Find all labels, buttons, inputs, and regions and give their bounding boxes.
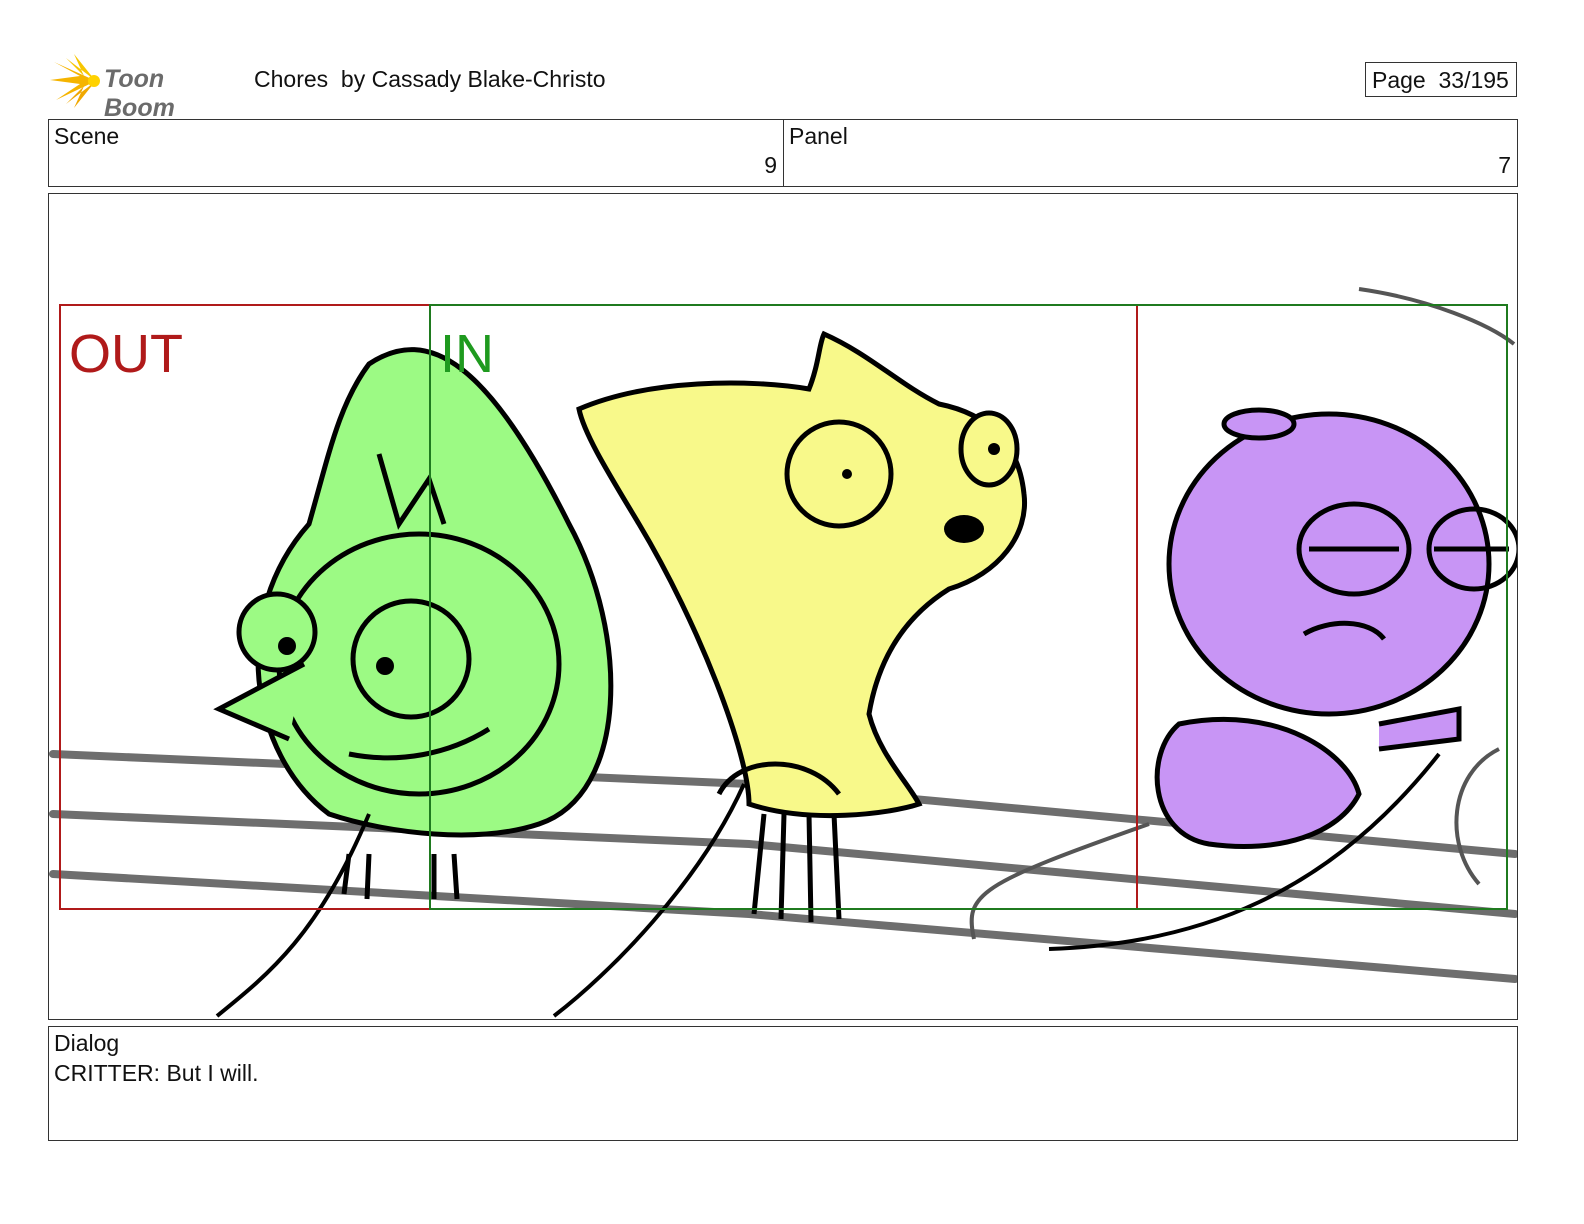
page-indicator: Page 33/195 [1365,62,1517,97]
green-character [213,347,614,900]
scene-label: Scene [54,123,120,149]
dialog-text: CRITTER: But I will. [54,1060,259,1086]
yellow-character [576,330,1028,923]
panel-label: Panel [789,123,848,149]
scene-panel-table: Scene 9 Panel 7 [48,119,1518,187]
starburst-icon [50,54,100,108]
dialog-box: Dialog CRITTER: But I will. [48,1026,1518,1141]
toon-boom-logo: Toon Boom [50,54,240,122]
scene-cell: Scene 9 [49,120,784,186]
dialog-label: Dialog [54,1030,120,1056]
scene-value: 9 [764,152,777,178]
document-title: Chores by Cassady Blake-Christo [254,66,606,92]
out-label: OUT [69,324,183,384]
in-label: IN [440,324,494,384]
panel-value: 7 [1498,152,1511,178]
storyboard-frame: OUT IN [48,193,1518,1020]
purple-character [1154,407,1517,849]
panel-cell: Panel 7 [784,120,1517,186]
storyboard-drawing: OUT IN [49,287,1517,1018]
page-number: Page 33/195 [1372,67,1509,93]
logo-text: Toon Boom [104,65,175,122]
